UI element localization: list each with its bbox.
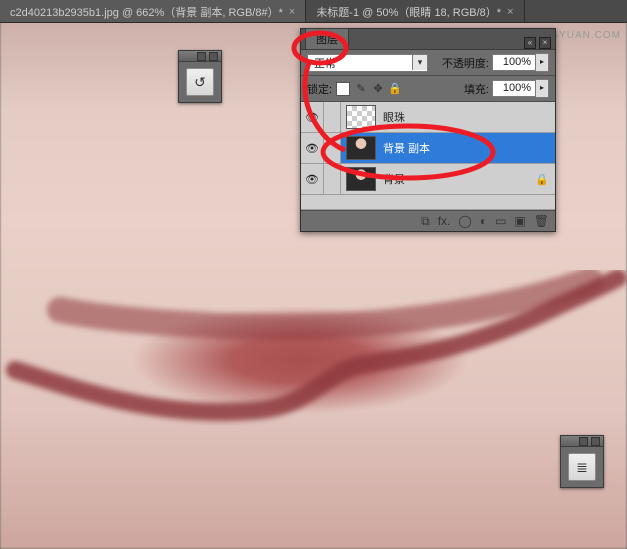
fx-icon[interactable]: fx. [438,214,451,228]
layer-list-filler [301,195,555,210]
lock-fill-row: 锁定: ✎ ✥ 🔒 填充: 100% ▸ [301,76,555,102]
document-tab-1[interactable]: c2d40213b2935b1.jpg @ 662%（背景 副本, RGB/8#… [0,0,306,22]
lock-label: 锁定: [307,81,332,97]
opacity-label: 不透明度: [442,55,489,71]
history-icon[interactable]: ↺ [186,68,214,96]
layer-row[interactable]: 👁 眼珠 [301,102,555,133]
visibility-eye-icon[interactable]: 👁 [301,164,324,194]
visibility-eye-icon[interactable]: 👁 [301,102,324,132]
new-layer-icon[interactable]: ▣ [514,214,525,228]
layer-row[interactable]: 👁 背景 🔒 [301,164,555,195]
folder-icon[interactable]: ▭ [495,214,506,228]
document-tab-bar: c2d40213b2935b1.jpg @ 662%（背景 副本, RGB/8#… [0,0,627,23]
lock-transparent-icon[interactable] [336,82,350,96]
fill-input[interactable]: 100% ▸ [492,79,549,98]
layer-name[interactable]: 背景 副本 [381,140,555,156]
mini-panel-styles[interactable]: ≣ [560,435,604,488]
layer-name[interactable]: 眼珠 [381,109,555,125]
mask-icon[interactable]: ◯ [458,214,471,228]
blend-opacity-row: 正常 ▾ 不透明度: 100% ▸ [301,50,555,76]
link-column[interactable] [324,133,341,163]
trash-icon[interactable]: 🗑 [534,214,549,228]
chevron-down-icon[interactable]: ▾ [412,55,427,70]
layer-thumbnail[interactable] [346,105,376,129]
layer-list: 👁 眼珠 👁 背景 副本 👁 背景 🔒 [301,102,555,210]
menu-icon[interactable] [591,437,600,446]
panel-tab-row: 图层 « × [301,29,555,50]
panel-titlebar[interactable] [179,51,221,62]
link-column[interactable] [324,102,341,132]
close-icon[interactable]: × [289,6,295,18]
link-column[interactable] [324,164,341,194]
chevron-right-icon[interactable]: ▸ [536,79,549,98]
menu-icon[interactable] [209,52,218,61]
close-icon[interactable]: × [507,6,513,18]
document-tab-title: c2d40213b2935b1.jpg @ 662%（背景 副本, RGB/8#… [10,4,283,20]
fill-label: 填充: [464,81,489,97]
collapse-icon[interactable] [197,52,206,61]
layer-row-selected[interactable]: 👁 背景 副本 [301,133,555,164]
layers-panel: 图层 « × 正常 ▾ 不透明度: 100% ▸ 锁定: ✎ ✥ 🔒 [300,28,556,232]
layers-panel-footer: ⧉ fx. ◯ ◐ ▭ ▣ 🗑 [301,210,555,231]
lock-brush-icon[interactable]: ✎ [355,83,367,95]
mini-panel-history[interactable]: ↺ [178,50,222,103]
opacity-input[interactable]: 100% ▸ [492,53,549,72]
blend-mode-dropdown[interactable]: 正常 ▾ [307,54,428,72]
layer-thumbnail[interactable] [346,136,376,160]
lock-move-icon[interactable]: ✥ [372,83,384,95]
lock-icon: 🔒 [535,173,549,186]
adjustment-icon[interactable]: ◐ [480,214,487,228]
document-tab-2[interactable]: 未标题-1 @ 50%（眼睛 18, RGB/8）* × [306,0,524,22]
lock-all-icon[interactable]: 🔒 [389,83,401,95]
minimize-icon[interactable]: « [524,37,536,49]
panel-titlebar[interactable] [561,436,603,447]
layer-name[interactable]: 背景 [381,171,535,187]
blend-mode-value: 正常 [308,55,412,71]
layers-tab[interactable]: 图层 [305,28,349,49]
visibility-eye-icon[interactable]: 👁 [301,133,324,163]
document-tab-title: 未标题-1 @ 50%（眼睛 18, RGB/8）* [316,4,501,20]
close-icon[interactable]: × [539,37,551,49]
collapse-icon[interactable] [579,437,588,446]
layer-thumbnail[interactable] [346,167,376,191]
link-layers-icon[interactable]: ⧉ [421,214,430,229]
styles-icon[interactable]: ≣ [568,453,596,481]
chevron-right-icon[interactable]: ▸ [536,53,549,72]
